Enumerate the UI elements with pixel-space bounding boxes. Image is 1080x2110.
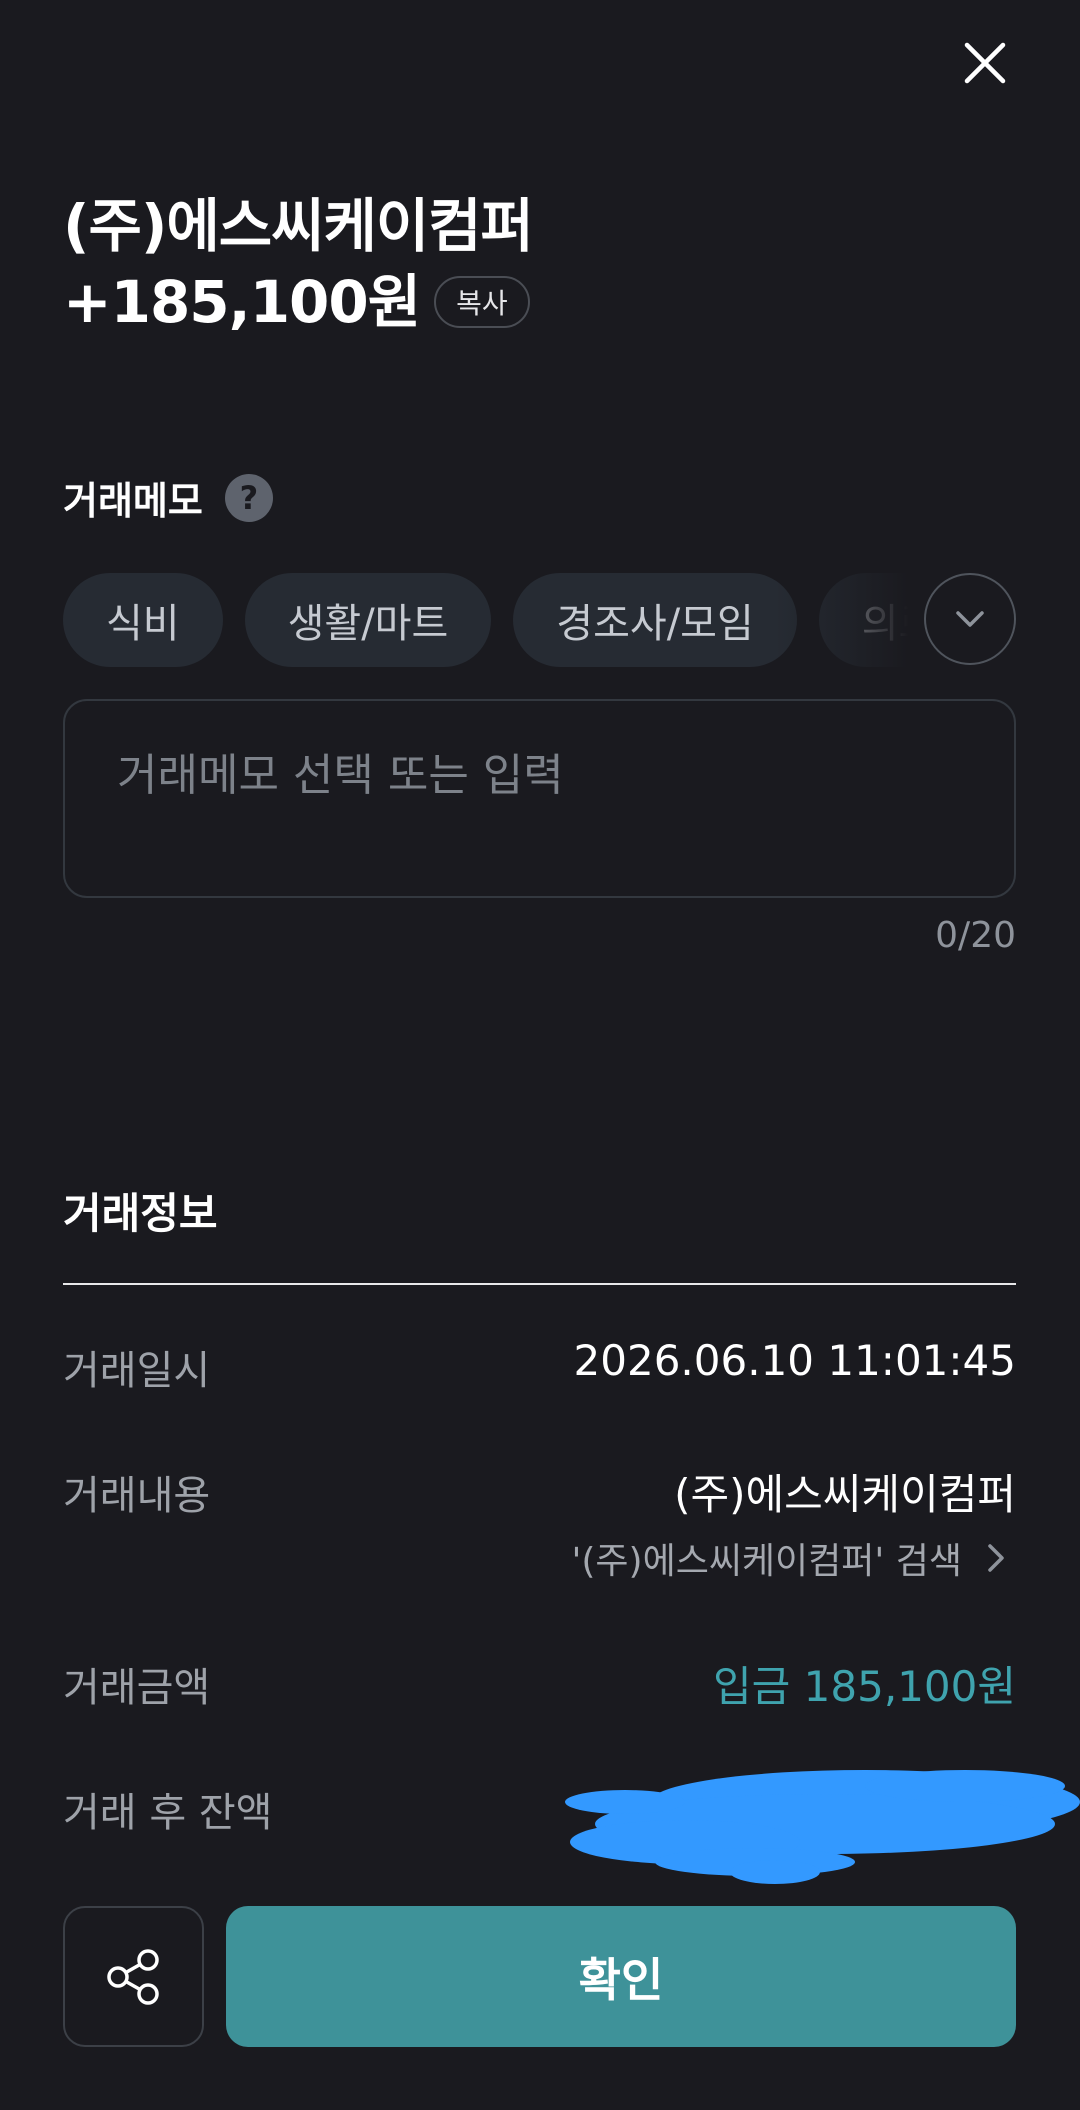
close-icon bbox=[964, 42, 1006, 84]
memo-chip-list: 식비 생활/마트 경조사/모임 의료 bbox=[63, 573, 1016, 668]
share-button[interactable] bbox=[63, 1906, 204, 2047]
close-button[interactable] bbox=[955, 33, 1015, 93]
share-icon bbox=[106, 1948, 159, 2005]
chevron-right-icon bbox=[988, 1544, 1004, 1572]
memo-input[interactable] bbox=[63, 699, 1016, 898]
amount-text: +185,100원 bbox=[63, 268, 421, 336]
balance-label: 거래 후 잔액 bbox=[63, 1790, 273, 1836]
memo-chip-food[interactable]: 식비 bbox=[63, 573, 223, 667]
memo-header: 거래메모 ? bbox=[63, 470, 273, 525]
amount-label: 거래금액 bbox=[63, 1665, 211, 1711]
redaction-scribble bbox=[565, 1770, 1080, 1884]
amount-row: +185,100원 복사 bbox=[63, 266, 533, 338]
datetime-value: 2026.06.10 11:01:45 bbox=[573, 1336, 1016, 1385]
copy-button[interactable]: 복사 bbox=[434, 276, 530, 328]
datetime-label: 거래일시 bbox=[63, 1348, 211, 1394]
merchant-title: (주)에스씨케이컴퍼 bbox=[63, 192, 534, 260]
help-icon[interactable]: ? bbox=[224, 473, 273, 522]
description-label: 거래내용 bbox=[63, 1473, 211, 1519]
search-link-label: '(주)에스씨케이컴퍼' 검색 bbox=[571, 1541, 962, 1582]
memo-chip-living[interactable]: 생활/마트 bbox=[244, 573, 492, 667]
info-section-title: 거래정보 bbox=[63, 1189, 218, 1238]
amount-value: 입금 185,100원 bbox=[713, 1662, 1016, 1711]
description-value: (주)에스씨케이컴퍼 bbox=[674, 1470, 1016, 1519]
chevron-down-icon bbox=[956, 611, 984, 627]
transaction-header: (주)에스씨케이컴퍼 +185,100원 복사 bbox=[63, 190, 534, 338]
divider bbox=[63, 1283, 1016, 1285]
memo-label: 거래메모 bbox=[63, 479, 203, 523]
merchant-search-link[interactable]: '(주)에스씨케이컴퍼' 검색 bbox=[571, 1532, 1016, 1584]
confirm-button[interactable]: 확인 bbox=[226, 1906, 1016, 2047]
memo-chip-events[interactable]: 경조사/모임 bbox=[513, 573, 797, 667]
expand-chips-button[interactable] bbox=[924, 573, 1016, 665]
memo-char-counter: 0/20 bbox=[935, 915, 1016, 956]
